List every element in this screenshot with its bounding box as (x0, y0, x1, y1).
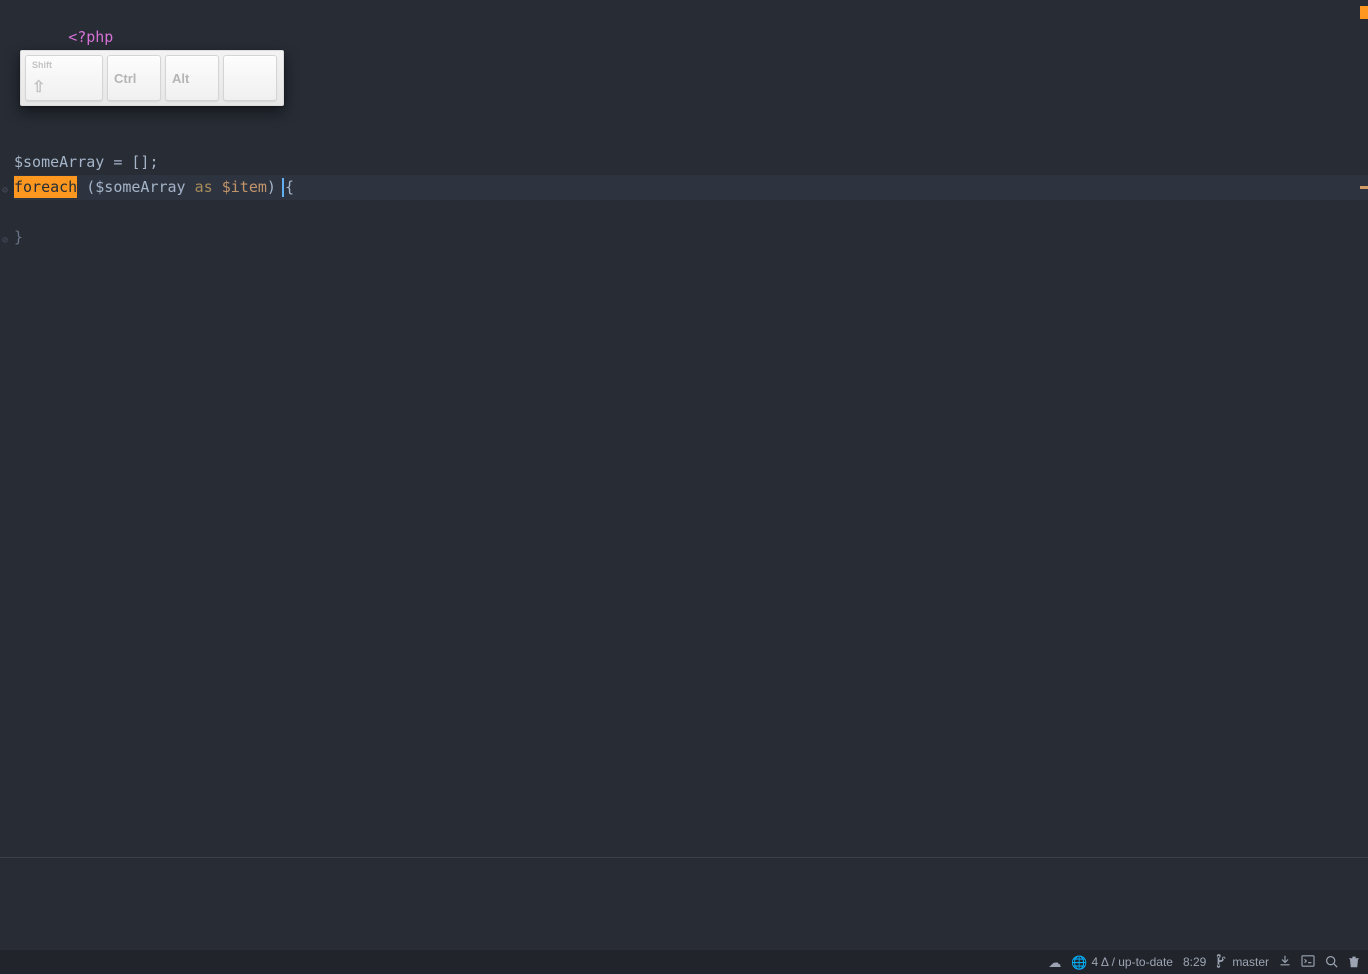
token-keyword: as (195, 178, 213, 196)
status-button[interactable] (1279, 955, 1291, 969)
status-button[interactable] (1325, 955, 1338, 970)
status-delta[interactable]: 🌐 4 Δ / up-to-date (1071, 955, 1173, 969)
gutter-mark: ⊘ (0, 178, 10, 203)
search-icon (1325, 955, 1338, 970)
status-button[interactable] (1301, 955, 1315, 969)
key-shift[interactable]: Shift ⇧ (25, 55, 103, 101)
branch-icon (1216, 954, 1228, 970)
editor-divider (0, 857, 1368, 858)
code-line[interactable]: } (14, 225, 1368, 250)
token-variable: $someArray (95, 178, 185, 196)
code-line[interactable]: $someArray = []; (14, 150, 1368, 175)
download-icon (1279, 955, 1291, 969)
trash-icon (1348, 955, 1360, 970)
status-git-branch[interactable]: master (1216, 954, 1269, 970)
key-label: Ctrl (114, 71, 136, 86)
code-line[interactable] (14, 25, 1368, 50)
code-line[interactable]: <?php (14, 0, 1368, 25)
editor-gutter: ⊘ ⊘ (0, 0, 14, 950)
key-alt[interactable]: Alt (165, 55, 219, 101)
code-editor[interactable]: ⊘ ⊘ <?php $someArray = []; foreach ($som… (0, 0, 1368, 950)
token-parameter: $it (222, 178, 249, 196)
globe-icon: 🌐 (1071, 956, 1087, 969)
code-line[interactable] (14, 125, 1368, 150)
token-keyword-highlighted: foreach (14, 176, 77, 198)
gutter-mark: ⊘ (0, 228, 10, 253)
key-ctrl[interactable]: Ctrl (107, 55, 161, 101)
token-variable: $someArray (14, 153, 104, 171)
change-marker-icon (1360, 186, 1368, 189)
branch-name: master (1232, 955, 1269, 969)
code-content[interactable]: <?php $someArray = []; foreach ($someArr… (14, 0, 1368, 250)
token-space (186, 178, 195, 196)
status-cursor-position[interactable]: 8:29 (1183, 955, 1206, 969)
token-brace: { (285, 178, 294, 196)
token-parameter: em (249, 178, 267, 196)
token-operator: = [] (104, 153, 149, 171)
code-line-active[interactable]: foreach ($someArray as $item) { (14, 175, 1368, 200)
status-button[interactable] (1348, 955, 1360, 970)
status-delta-text: 4 Δ / up-to-date (1092, 955, 1173, 969)
token-paren: ( (86, 178, 95, 196)
token-space (77, 178, 86, 196)
key-label: Alt (172, 71, 189, 86)
cloud-icon: ☁ (1048, 956, 1061, 969)
key-blank[interactable] (223, 55, 277, 101)
code-line[interactable] (14, 200, 1368, 225)
text-cursor (282, 178, 284, 197)
status-cloud[interactable]: ☁ (1048, 956, 1061, 969)
token-paren: ) (267, 178, 276, 196)
token-punct: ; (149, 153, 158, 171)
token-brace: } (14, 228, 23, 246)
terminal-icon (1301, 955, 1315, 969)
cursor-position-text: 8:29 (1183, 955, 1206, 969)
token-space (213, 178, 222, 196)
change-marker-icon (1360, 6, 1368, 19)
shift-arrow-icon: ⇧ (32, 80, 45, 96)
status-bar: ☁ 🌐 4 Δ / up-to-date 8:29 master (0, 950, 1368, 974)
key-label: Shift (32, 60, 52, 70)
keyboard-overlay: Shift ⇧ Ctrl Alt (20, 50, 284, 106)
